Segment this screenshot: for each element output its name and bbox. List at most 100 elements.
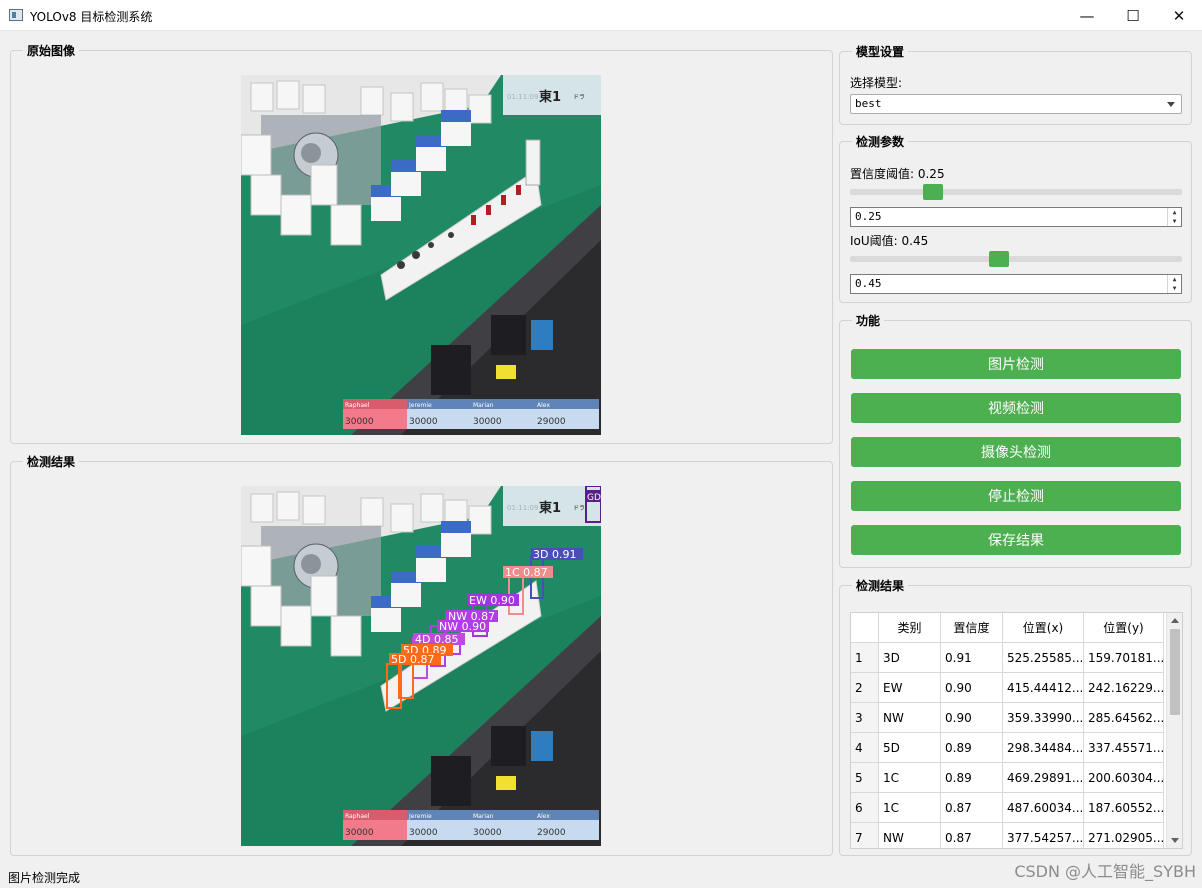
spin-up-icon[interactable]: ▲ <box>1168 208 1181 217</box>
confidence-slider-thumb[interactable] <box>923 184 943 200</box>
scoreboard-time: 01:11:09 <box>507 504 538 512</box>
confidence-spinbox[interactable]: 0.25 ▲ ▼ <box>850 207 1182 227</box>
cell-y[interactable]: 242.16229... <box>1084 673 1164 703</box>
cell-class[interactable]: 5D <box>879 733 941 763</box>
row-number[interactable]: 7 <box>851 823 879 848</box>
confidence-label: 置信度阈值: 0.25 <box>850 167 945 181</box>
cell-x[interactable]: 298.34484... <box>1003 733 1084 763</box>
player-name: Alex <box>537 402 550 409</box>
cell-class[interactable]: NW <box>879 703 941 733</box>
row-number[interactable]: 3 <box>851 703 879 733</box>
player-score: 29000 <box>537 828 566 838</box>
table-row[interactable]: 6 1C 0.87 487.60034... 187.60552... <box>851 793 1164 823</box>
table-row[interactable]: 2 EW 0.90 415.44412... 242.16229... <box>851 673 1164 703</box>
iou-slider-thumb[interactable] <box>989 251 1010 267</box>
row-number[interactable]: 5 <box>851 763 879 793</box>
cell-x[interactable]: 377.54257... <box>1003 823 1084 848</box>
cell-confidence[interactable]: 0.87 <box>941 823 1003 848</box>
column-header[interactable]: 类别 <box>879 613 941 643</box>
cell-x[interactable]: 415.44412... <box>1003 673 1084 703</box>
table-row[interactable]: 3 NW 0.90 359.33990... 285.64562... <box>851 703 1164 733</box>
iou-slider[interactable] <box>850 251 1182 267</box>
row-number[interactable]: 6 <box>851 793 879 823</box>
scoreboard-time: 01:11:09 <box>507 93 538 101</box>
cell-y[interactable]: 285.64562... <box>1084 703 1164 733</box>
cell-x[interactable]: 525.25585... <box>1003 643 1084 673</box>
app-icon <box>9 9 23 21</box>
cell-confidence[interactable]: 0.89 <box>941 733 1003 763</box>
player-score: 30000 <box>473 828 502 838</box>
column-header[interactable]: 置信度 <box>941 613 1003 643</box>
result-image-title: 检测结果 <box>23 453 80 470</box>
confidence-slider[interactable] <box>850 184 1182 200</box>
player-score: 30000 <box>409 828 438 838</box>
cell-class[interactable]: 1C <box>879 793 941 823</box>
table-row[interactable]: 5 1C 0.89 469.29891... 200.60304... <box>851 763 1164 793</box>
scoreboard-dora: ドラ <box>573 505 585 512</box>
close-button[interactable]: ✕ <box>1156 0 1202 31</box>
cell-class[interactable]: NW <box>879 823 941 848</box>
video-detect-button[interactable]: 视频检测 <box>851 393 1181 423</box>
column-header[interactable]: 位置(y) <box>1084 613 1164 643</box>
detection-params-group: 检测参数 置信度阈值: 0.25 0.25 ▲ ▼ IoU阈值: 0.45 0.… <box>839 133 1192 303</box>
cell-y[interactable]: 159.70181... <box>1084 643 1164 673</box>
spin-up-icon[interactable]: ▲ <box>1168 275 1181 284</box>
spin-down-icon[interactable]: ▼ <box>1168 217 1181 226</box>
scroll-thumb[interactable] <box>1170 629 1180 715</box>
scroll-up-icon[interactable] <box>1171 618 1179 623</box>
row-number[interactable]: 1 <box>851 643 879 673</box>
original-image-title: 原始图像 <box>23 42 80 59</box>
model-select-value: best <box>855 97 882 110</box>
player-name: Marian <box>473 813 494 820</box>
cell-confidence[interactable]: 0.91 <box>941 643 1003 673</box>
row-number[interactable]: 4 <box>851 733 879 763</box>
cell-x[interactable]: 359.33990... <box>1003 703 1084 733</box>
model-select[interactable]: best <box>850 94 1182 114</box>
player-score: 30000 <box>473 417 502 427</box>
player-score: 29000 <box>537 417 566 427</box>
table-scrollbar[interactable] <box>1166 613 1182 848</box>
cell-confidence[interactable]: 0.90 <box>941 673 1003 703</box>
minimize-button[interactable]: — <box>1064 0 1110 31</box>
maximize-button[interactable]: ☐ <box>1110 0 1156 31</box>
corner-cell[interactable] <box>851 613 879 643</box>
spin-buttons[interactable]: ▲ ▼ <box>1167 275 1181 293</box>
window-title: YOLOv8 目标检测系统 <box>30 10 153 24</box>
cell-class[interactable]: EW <box>879 673 941 703</box>
cell-class[interactable]: 3D <box>879 643 941 673</box>
image-detect-button[interactable]: 图片检测 <box>851 349 1181 379</box>
row-number[interactable]: 2 <box>851 673 879 703</box>
cell-confidence[interactable]: 0.90 <box>941 703 1003 733</box>
detection-label: GD <box>587 493 601 503</box>
player-name: Marian <box>473 402 494 409</box>
table-row[interactable]: 1 3D 0.91 525.25585... 159.70181... <box>851 643 1164 673</box>
cell-y[interactable]: 337.45571... <box>1084 733 1164 763</box>
save-results-button[interactable]: 保存结果 <box>851 525 1181 555</box>
table-row[interactable]: 4 5D 0.89 298.34484... 337.45571... <box>851 733 1164 763</box>
player-score: 30000 <box>345 828 374 838</box>
player-name: Raphael <box>345 813 370 820</box>
cell-y[interactable]: 200.60304... <box>1084 763 1164 793</box>
table-header: 类别 置信度 位置(x) 位置(y) <box>851 613 1164 643</box>
stop-detect-button[interactable]: 停止检测 <box>851 481 1181 511</box>
results-table[interactable]: 类别 置信度 位置(x) 位置(y) 1 3D 0.91 525.25585... 15… <box>850 612 1183 849</box>
cell-confidence[interactable]: 0.89 <box>941 763 1003 793</box>
cell-y[interactable]: 271.02905... <box>1084 823 1164 848</box>
cell-x[interactable]: 487.60034... <box>1003 793 1084 823</box>
table-row[interactable]: 7 NW 0.87 377.54257... 271.02905... <box>851 823 1164 848</box>
title-bar: YOLOv8 目标检测系统 — ☐ ✕ <box>0 0 1202 31</box>
iou-label: IoU阈值: 0.45 <box>850 234 929 248</box>
camera-detect-button[interactable]: 摄像头检测 <box>851 437 1181 467</box>
spin-buttons[interactable]: ▲ ▼ <box>1167 208 1181 226</box>
scoreboard-round: 東1 <box>539 500 561 516</box>
cell-x[interactable]: 469.29891... <box>1003 763 1084 793</box>
column-header[interactable]: 位置(x) <box>1003 613 1084 643</box>
scroll-down-icon[interactable] <box>1171 838 1179 843</box>
player-name: Raphael <box>345 402 370 409</box>
iou-spinbox[interactable]: 0.45 ▲ ▼ <box>850 274 1182 294</box>
cell-confidence[interactable]: 0.87 <box>941 793 1003 823</box>
cell-y[interactable]: 187.60552... <box>1084 793 1164 823</box>
model-settings-title: 模型设置 <box>852 43 909 60</box>
spin-down-icon[interactable]: ▼ <box>1168 284 1181 293</box>
cell-class[interactable]: 1C <box>879 763 941 793</box>
